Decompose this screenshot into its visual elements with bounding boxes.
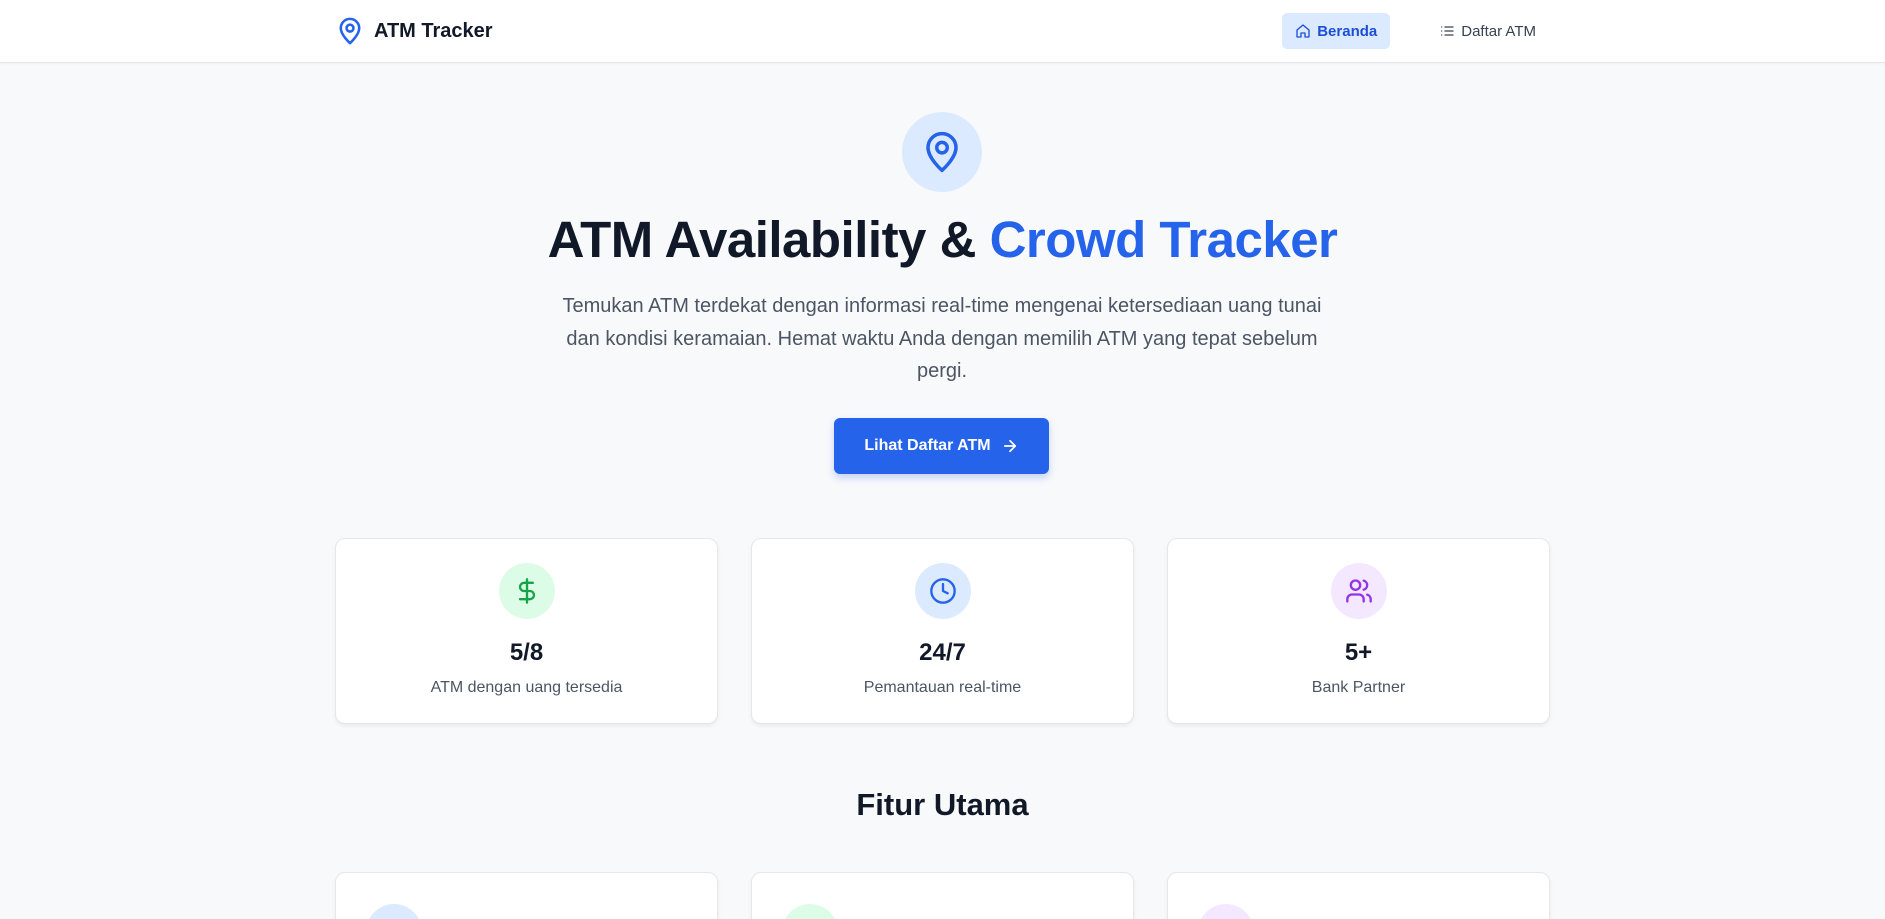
stat-icon-badge <box>1331 563 1387 619</box>
brand-name: ATM Tracker <box>374 19 493 42</box>
users-icon <box>1346 579 1372 603</box>
nav-daftar-atm-label: Daftar ATM <box>1461 22 1536 40</box>
hero-icon-badge <box>902 112 982 192</box>
stat-card-monitoring: 24/7 Pemantauan real-time <box>751 538 1134 724</box>
clock-icon <box>930 578 956 604</box>
stat-label: Bank Partner <box>1311 679 1406 696</box>
stat-value: 5/8 <box>509 639 544 666</box>
feature-card <box>1167 872 1550 919</box>
hero-title: ATM Availability & Crowd Tracker <box>0 210 1885 269</box>
nav-beranda[interactable]: Beranda <box>1282 13 1391 49</box>
map-pin-icon <box>926 131 958 173</box>
map-pin-icon <box>339 17 361 45</box>
stat-label: ATM dengan uang tersedia <box>430 679 623 696</box>
feature-icon-badge <box>1198 904 1254 919</box>
feature-icon-badge <box>366 904 422 919</box>
view-atm-list-label: Lihat Daftar ATM <box>864 437 991 454</box>
stat-icon-badge <box>915 563 971 619</box>
stat-card-partners: 5+ Bank Partner <box>1167 538 1550 724</box>
stat-card-cash: 5/8 ATM dengan uang tersedia <box>335 538 718 724</box>
dollar-icon <box>518 578 536 604</box>
nav-beranda-label: Beranda <box>1317 22 1378 40</box>
feature-icon-badge <box>782 904 838 919</box>
hero-title-main: ATM Availability & <box>547 211 990 268</box>
arrow-right-icon <box>1003 439 1016 453</box>
nav-daftar-atm[interactable]: Daftar ATM <box>1426 13 1549 49</box>
stat-label: Pemantauan real-time <box>863 679 1022 696</box>
hero-description: Temukan ATM terdekat dengan informasi re… <box>562 295 1322 382</box>
hero-title-accent: Crowd Tracker <box>989 211 1338 268</box>
feature-card <box>751 872 1134 919</box>
list-icon <box>1441 26 1454 36</box>
stat-value: 24/7 <box>919 639 966 666</box>
stat-icon-badge <box>499 563 555 619</box>
feature-card <box>335 872 718 919</box>
nav-links: Beranda Daftar ATM <box>1282 13 1549 49</box>
brand-logo[interactable]: ATM Tracker <box>336 16 493 46</box>
view-atm-list-button[interactable]: Lihat Daftar ATM <box>834 418 1049 474</box>
stat-value: 5+ <box>1344 639 1373 666</box>
features-title: Fitur Utama <box>856 787 1029 822</box>
home-icon <box>1296 24 1310 38</box>
navbar: ATM Tracker Beranda Daftar ATM <box>0 0 1885 63</box>
